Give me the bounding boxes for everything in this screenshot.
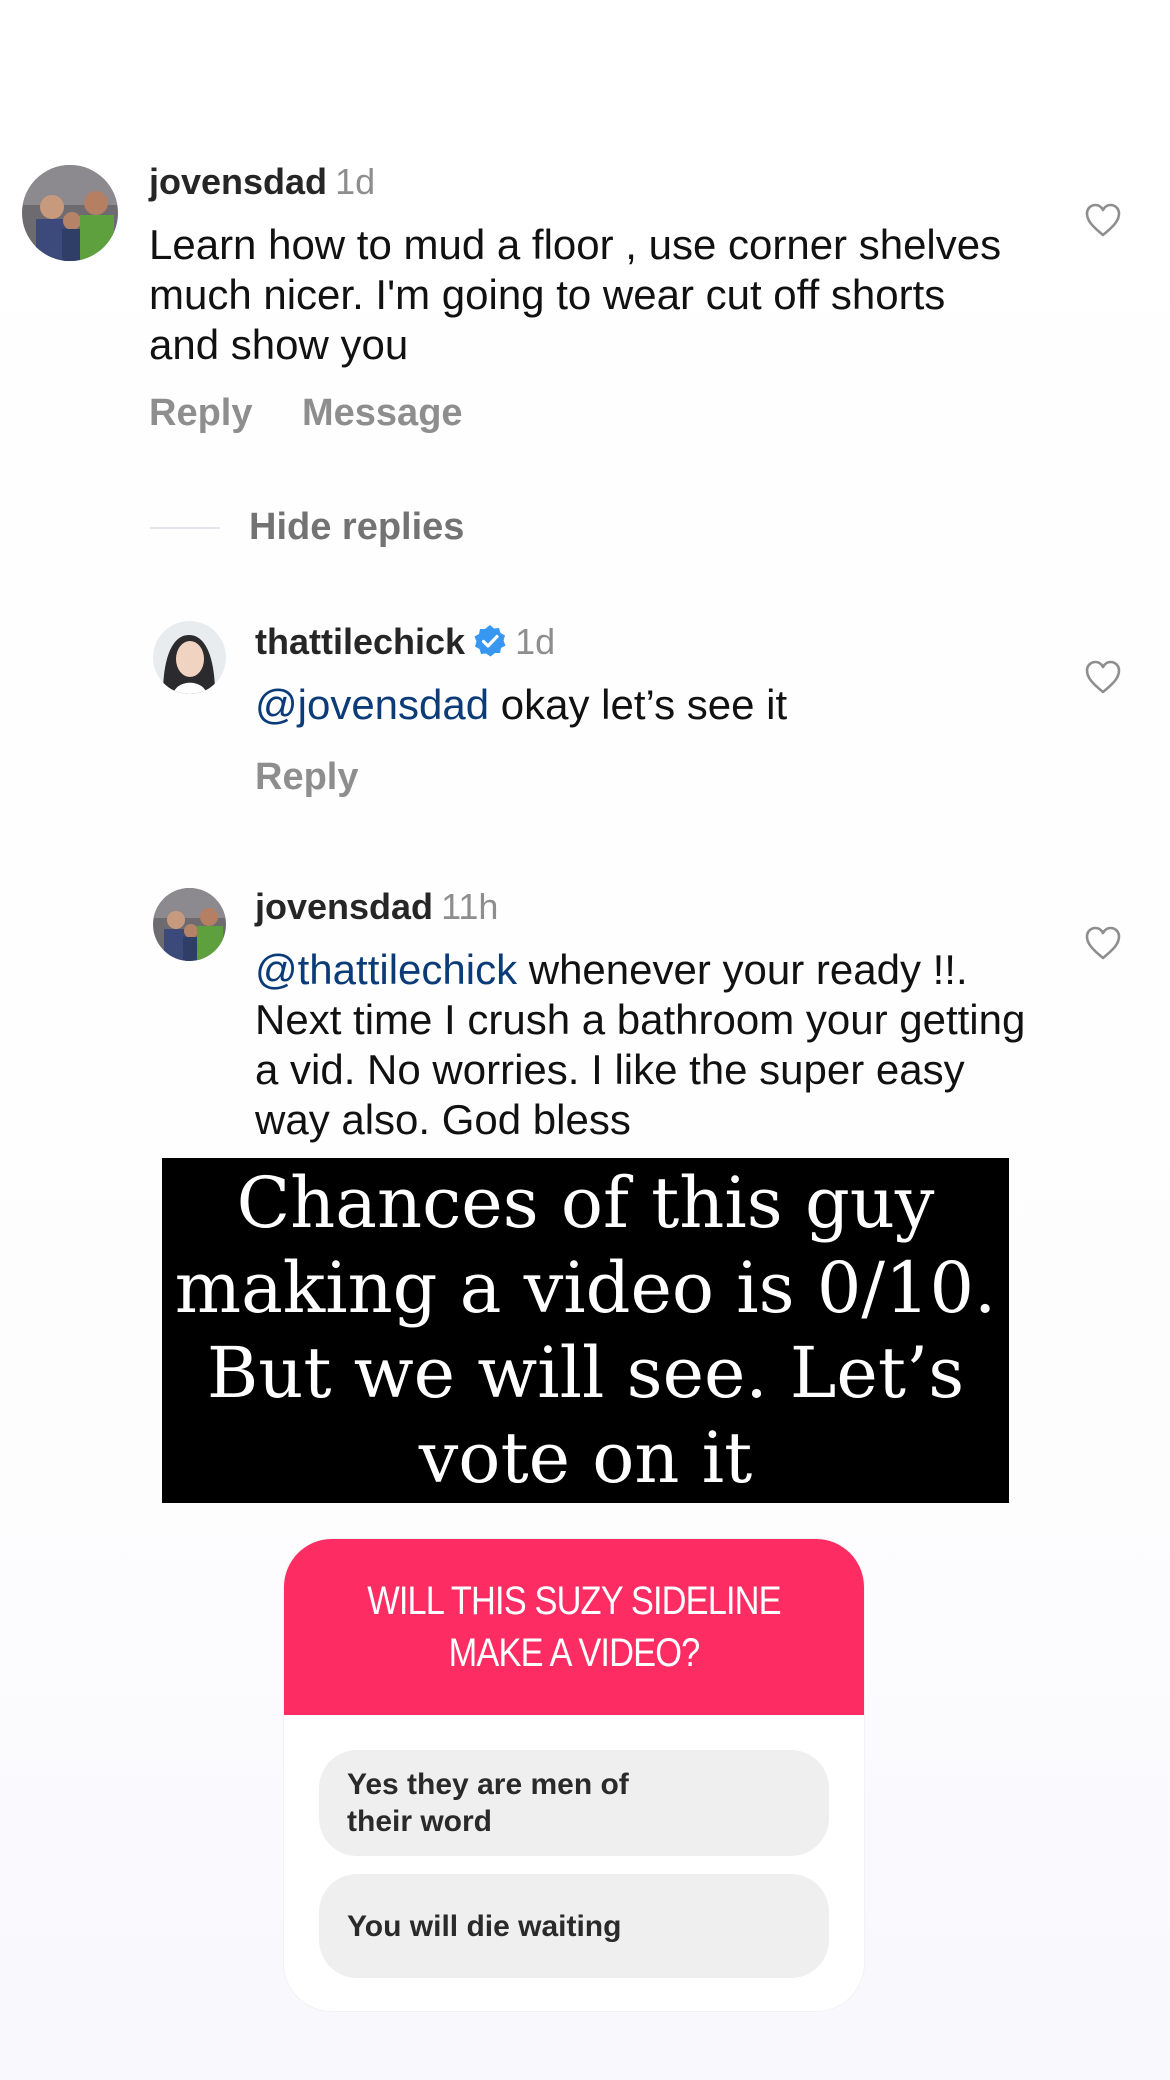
comment-jovensdad: jovensdad 1d Learn how to mud a floor , u… xyxy=(149,160,1009,370)
comment-username[interactable]: jovensdad xyxy=(255,886,433,927)
hide-replies-button[interactable]: Hide replies xyxy=(249,506,464,549)
avatar[interactable] xyxy=(22,165,118,261)
comment-time: 11h xyxy=(441,886,499,927)
mention-link[interactable]: @jovensdad xyxy=(255,681,489,728)
mention-link[interactable]: @thattilechick xyxy=(255,946,517,993)
comment-text: @jovensdad okay let’s see it xyxy=(255,680,1015,730)
poll-option-label: Yes they are men of their word xyxy=(347,1768,629,1838)
divider xyxy=(150,527,220,529)
comment-username[interactable]: jovensdad xyxy=(149,161,327,202)
heart-icon[interactable] xyxy=(1084,925,1122,961)
avatar[interactable] xyxy=(153,888,226,961)
comment-text: Learn how to mud a floor , use corner sh… xyxy=(149,221,1002,368)
poll-sticker: WILL THIS SUZY SIDELINE MAKE A VIDEO? Ye… xyxy=(284,1539,864,2011)
heart-icon[interactable] xyxy=(1084,202,1122,238)
verified-badge-icon xyxy=(474,625,506,657)
comment-username[interactable]: thattilechick xyxy=(255,621,465,662)
comment-jovensdad-reply: jovensdad 11h @thattilechick whenever you… xyxy=(255,885,1035,1145)
avatar[interactable] xyxy=(153,621,226,694)
poll-question-text: WILL THIS SUZY SIDELINE MAKE A VIDEO? xyxy=(367,1579,781,1675)
message-button[interactable]: Message xyxy=(302,392,463,435)
caption-text: Chances of this guy making a video is 0/… xyxy=(174,1161,997,1499)
story-caption: Chances of this guy making a video is 0/… xyxy=(162,1158,1009,1503)
poll-option-yes[interactable]: Yes they are men of their word xyxy=(319,1750,829,1856)
poll-option-label: You will die waiting xyxy=(347,1909,622,1943)
comment-body: okay let’s see it xyxy=(489,681,788,728)
reply-button[interactable]: Reply xyxy=(149,392,252,435)
comment-text: @thattilechick whenever your ready !!. N… xyxy=(255,945,1035,1145)
comment-time: 1d xyxy=(335,161,376,202)
reply-button[interactable]: Reply xyxy=(255,756,358,799)
comment-thattilechick: thattilechick 1d @jovensdad okay let’s se… xyxy=(255,620,1015,730)
comment-time: 1d xyxy=(515,621,556,662)
poll-question: WILL THIS SUZY SIDELINE MAKE A VIDEO? xyxy=(284,1539,864,1715)
heart-icon[interactable] xyxy=(1084,659,1122,695)
poll-option-no[interactable]: You will die waiting xyxy=(319,1874,829,1978)
